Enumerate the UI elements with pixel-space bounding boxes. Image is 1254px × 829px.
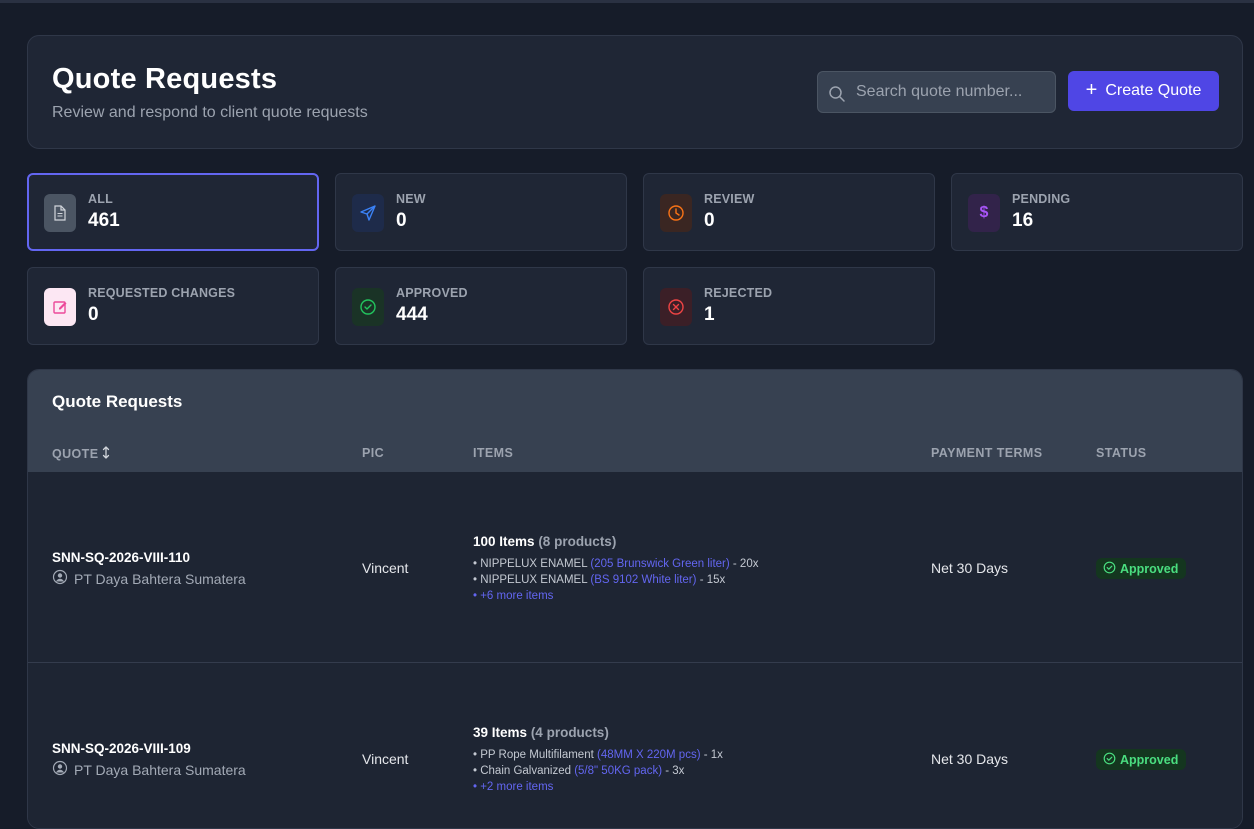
table-title: Quote Requests bbox=[52, 392, 183, 411]
send-icon bbox=[352, 194, 384, 232]
table-row[interactable]: SNN-SQ-2026-VIII-110 PT Daya Bahtera Sum… bbox=[28, 472, 1242, 663]
check-circle-icon bbox=[352, 288, 384, 326]
page-subtitle: Review and respond to client quote reque… bbox=[52, 104, 368, 121]
client-name: PT Daya Bahtera Sumatera bbox=[52, 760, 246, 779]
quote-number[interactable]: SNN-SQ-2026-VIII-110 bbox=[52, 550, 190, 565]
create-quote-label: Create Quote bbox=[1105, 82, 1202, 99]
column-header-pic: PIC bbox=[362, 446, 385, 460]
stat-label: ALL bbox=[88, 192, 113, 206]
items-count: 39 Items bbox=[473, 725, 528, 740]
stat-card-new[interactable]: NEW 0 bbox=[335, 173, 627, 251]
column-header-quote[interactable]: QUOTE bbox=[52, 446, 110, 462]
stat-label: REJECTED bbox=[704, 286, 773, 300]
item-name: • NIPPELUX ENAMEL bbox=[473, 574, 588, 586]
sort-icon bbox=[102, 446, 110, 462]
pic-name: Vincent bbox=[362, 560, 409, 576]
quote-number[interactable]: SNN-SQ-2026-VIII-109 bbox=[52, 741, 191, 756]
stat-value: 0 bbox=[396, 210, 407, 231]
item-spec: (205 Brunswick Green liter) bbox=[590, 558, 730, 570]
stat-value: 0 bbox=[704, 210, 715, 231]
stat-value: 444 bbox=[396, 304, 428, 325]
x-circle-icon bbox=[660, 288, 692, 326]
items-summary: 39 Items (4 products) bbox=[473, 725, 609, 740]
column-header-status: STATUS bbox=[1096, 446, 1147, 460]
status-label: Approved bbox=[1120, 752, 1179, 767]
search-input[interactable] bbox=[856, 72, 1051, 112]
client-label: PT Daya Bahtera Sumatera bbox=[74, 761, 246, 778]
clock-icon bbox=[660, 194, 692, 232]
item-name: • Chain Galvanized bbox=[473, 765, 571, 777]
item-spec: (5/8" 50KG pack) bbox=[574, 765, 663, 777]
table-header: Quote Requests QUOTE PIC ITEMS PAYMENT T… bbox=[28, 370, 1242, 472]
item-name: • NIPPELUX ENAMEL bbox=[473, 558, 588, 570]
edit-icon bbox=[44, 288, 76, 326]
item-qty: - 20x bbox=[732, 558, 759, 570]
stat-label: PENDING bbox=[1012, 192, 1071, 206]
status-badge: Approved bbox=[1096, 558, 1187, 579]
user-circle-icon bbox=[52, 760, 68, 779]
item-spec: (48MM X 220M pcs) bbox=[597, 749, 701, 761]
items-count: 100 Items bbox=[473, 534, 535, 549]
item-line: • NIPPELUX ENAMEL (BS 9102 White liter) … bbox=[473, 574, 725, 586]
status-label: Approved bbox=[1120, 561, 1179, 576]
stat-value: 0 bbox=[88, 304, 99, 325]
more-items-link[interactable]: • +6 more items bbox=[473, 590, 553, 602]
payment-terms: Net 30 Days bbox=[931, 751, 1009, 767]
payment-terms: Net 30 Days bbox=[931, 560, 1009, 576]
page-header: Quote Requests Review and respond to cli… bbox=[27, 35, 1243, 149]
quote-table: Quote Requests QUOTE PIC ITEMS PAYMENT T… bbox=[27, 369, 1243, 829]
top-divider bbox=[0, 0, 1254, 3]
item-name: • PP Rope Multifilament bbox=[473, 749, 594, 761]
stat-card-approved[interactable]: APPROVED 444 bbox=[335, 267, 627, 345]
stat-card-requested-changes[interactable]: REQUESTED CHANGES 0 bbox=[27, 267, 319, 345]
items-summary: 100 Items (8 products) bbox=[473, 534, 616, 549]
stat-label: NEW bbox=[396, 192, 426, 206]
check-circle-icon bbox=[1103, 561, 1116, 577]
stat-label: REQUESTED CHANGES bbox=[88, 286, 236, 300]
item-qty: - 15x bbox=[699, 574, 726, 586]
stat-label: APPROVED bbox=[396, 286, 468, 300]
search-box[interactable] bbox=[817, 71, 1056, 113]
column-header-items: ITEMS bbox=[473, 446, 514, 460]
stat-card-pending[interactable]: $ PENDING 16 bbox=[951, 173, 1243, 251]
products-count: (8 products) bbox=[538, 534, 617, 549]
stat-value: 461 bbox=[88, 210, 120, 231]
check-circle-icon bbox=[1103, 752, 1116, 768]
plus-icon: + bbox=[1085, 79, 1098, 101]
column-header-payment-terms: PAYMENT TERMS bbox=[931, 446, 1043, 460]
document-icon bbox=[44, 194, 76, 232]
search-icon bbox=[828, 85, 846, 103]
status-badge: Approved bbox=[1096, 749, 1187, 770]
dollar-icon: $ bbox=[968, 194, 1000, 232]
client-name: PT Daya Bahtera Sumatera bbox=[52, 569, 246, 588]
stat-card-rejected[interactable]: REJECTED 1 bbox=[643, 267, 935, 345]
more-items-link[interactable]: • +2 more items bbox=[473, 781, 553, 793]
item-line: • Chain Galvanized (5/8" 50KG pack) - 3x bbox=[473, 765, 684, 777]
item-spec: (BS 9102 White liter) bbox=[590, 574, 697, 586]
stat-label: REVIEW bbox=[704, 192, 755, 206]
stat-card-all[interactable]: ALL 461 bbox=[27, 173, 319, 251]
user-circle-icon bbox=[52, 569, 68, 588]
item-qty: - 1x bbox=[703, 749, 723, 761]
item-line: • PP Rope Multifilament (48MM X 220M pcs… bbox=[473, 749, 723, 761]
client-label: PT Daya Bahtera Sumatera bbox=[74, 570, 246, 587]
column-label: QUOTE bbox=[52, 447, 99, 461]
stat-value: 16 bbox=[1012, 210, 1034, 231]
table-row[interactable]: SNN-SQ-2026-VIII-109 PT Daya Bahtera Sum… bbox=[28, 663, 1242, 828]
item-line: • NIPPELUX ENAMEL (205 Brunswick Green l… bbox=[473, 558, 758, 570]
item-qty: - 3x bbox=[665, 765, 685, 777]
page-title: Quote Requests bbox=[52, 63, 278, 95]
stat-value: 1 bbox=[704, 304, 715, 325]
products-count: (4 products) bbox=[530, 725, 609, 740]
stat-card-review[interactable]: REVIEW 0 bbox=[643, 173, 935, 251]
pic-name: Vincent bbox=[362, 751, 409, 767]
create-quote-button[interactable]: + Create Quote bbox=[1068, 71, 1219, 111]
